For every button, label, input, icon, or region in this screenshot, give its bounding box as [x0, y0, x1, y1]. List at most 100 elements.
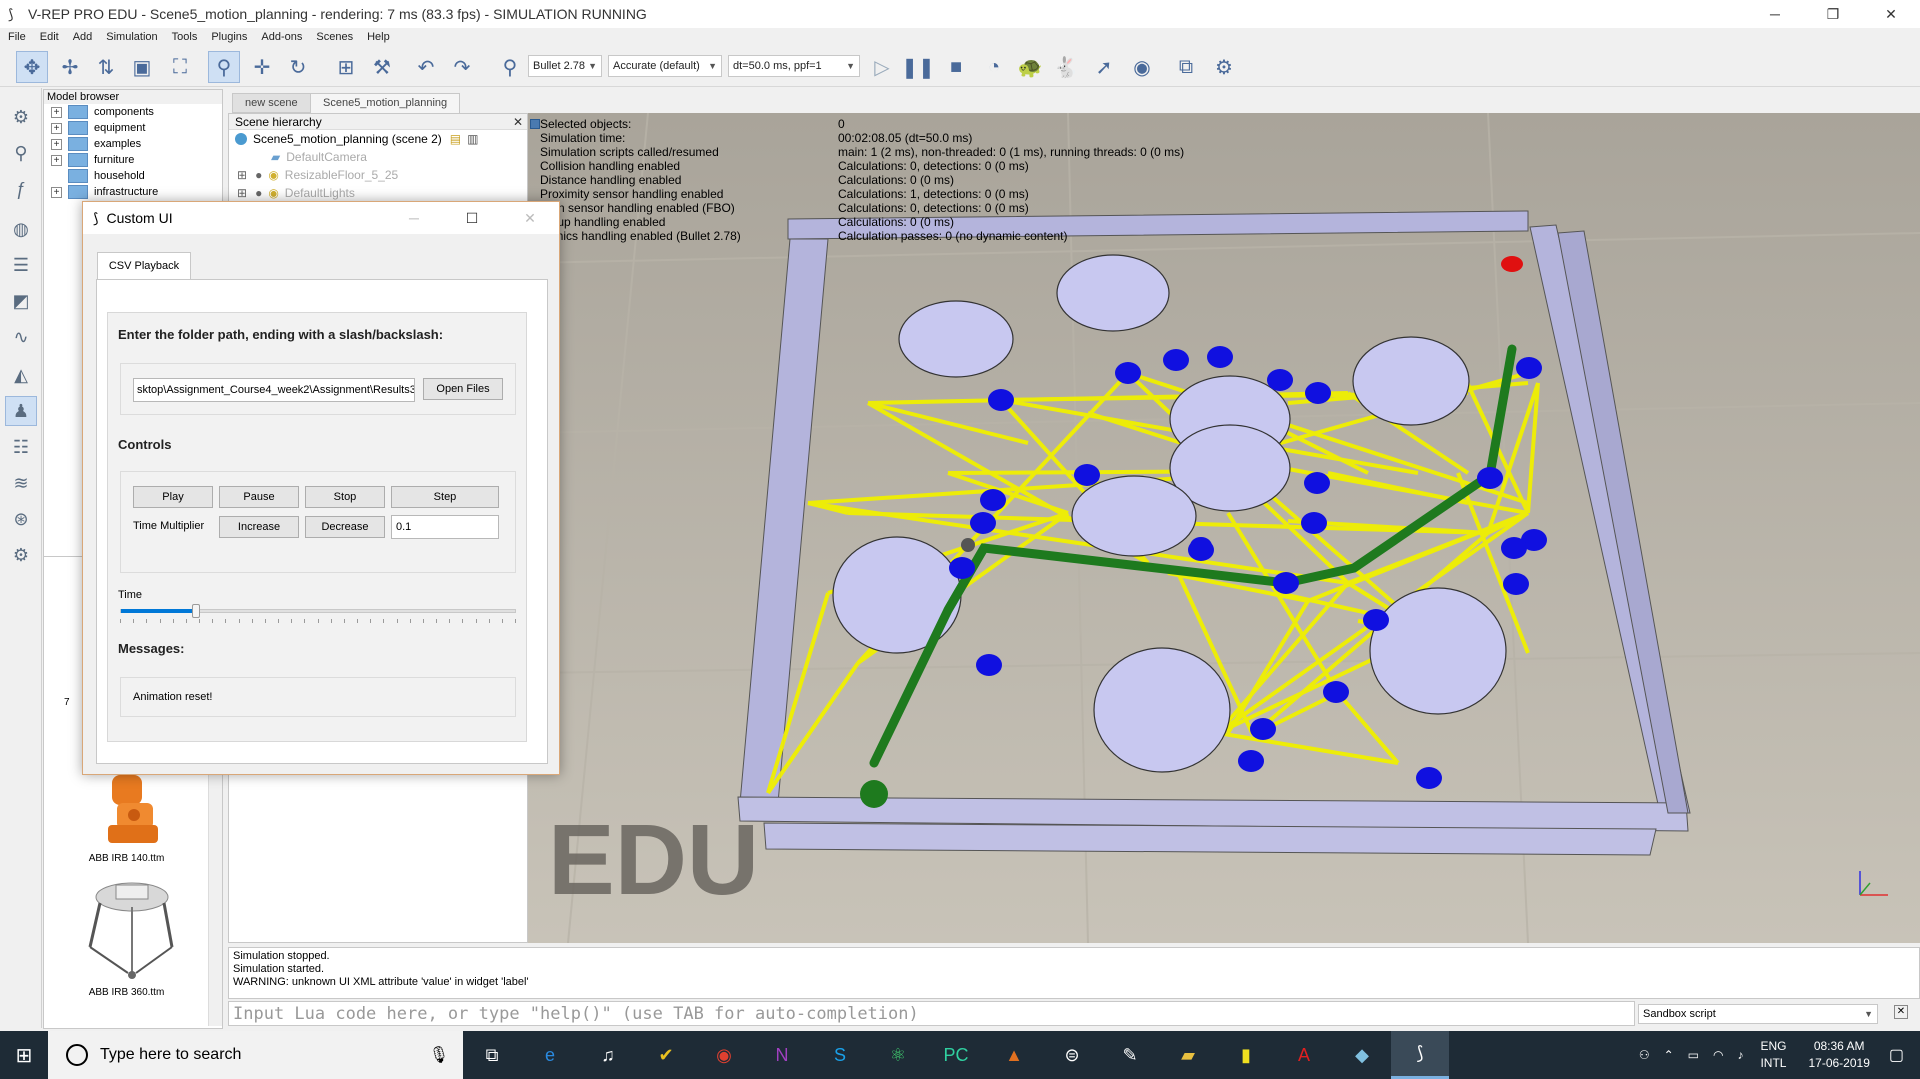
scene-viewport[interactable]: Selected objects: Simulation time: Simul…: [528, 113, 1920, 943]
path-edit-icon[interactable]: ∿: [5, 322, 37, 352]
hierarchy-item[interactable]: ⊞ ● ◉ ResizableFloor_5_25: [229, 166, 527, 184]
amazon-music-icon[interactable]: ♫: [579, 1031, 637, 1079]
close-icon[interactable]: ✕: [1894, 1005, 1908, 1019]
menu-plugins[interactable]: Plugins: [211, 31, 247, 43]
sticky-notes-icon[interactable]: ▮: [1217, 1031, 1275, 1079]
info-toggle-icon[interactable]: [530, 119, 540, 129]
lua-command-input[interactable]: Input Lua code here, or type "help()" (u…: [228, 1001, 1635, 1026]
script-select[interactable]: Sandbox script ▼: [1638, 1004, 1878, 1024]
video-recorder-icon[interactable]: ⊛: [5, 504, 37, 534]
camera-pan-icon[interactable]: ✥: [16, 51, 48, 83]
pause-simulation-icon[interactable]: ❚❚: [901, 51, 935, 83]
matlab-icon[interactable]: ▲: [985, 1031, 1043, 1079]
folder-item[interactable]: + furniture: [44, 152, 222, 168]
expand-icon[interactable]: +: [51, 154, 62, 166]
tab-scene5-motion-planning[interactable]: Scene5_motion_planning: [310, 93, 461, 113]
people-icon[interactable]: ⚇: [1639, 1048, 1650, 1062]
object-rotate-icon[interactable]: ↻: [282, 51, 314, 83]
increase-button[interactable]: Increase: [219, 516, 299, 538]
step-button[interactable]: Step: [391, 486, 499, 508]
expand-icon[interactable]: +: [51, 122, 62, 134]
time-slider[interactable]: [120, 604, 516, 618]
thread-rendering-icon[interactable]: ➚: [1088, 51, 1120, 83]
skype-icon[interactable]: S: [811, 1031, 869, 1079]
script-icon[interactable]: ▤: [450, 132, 461, 146]
norton-icon[interactable]: ✔: [637, 1031, 695, 1079]
folder-item[interactable]: + equipment: [44, 120, 222, 136]
layers-icon[interactable]: ≋: [5, 468, 37, 498]
hierarchy-item[interactable]: ⊞ ● ◉ DefaultLights: [229, 184, 527, 202]
timestep-select[interactable]: dt=50.0 ms, ppf=1 ▼: [728, 55, 860, 77]
scene-root-item[interactable]: Scene5_motion_planning (scene 2) ▤ ▥: [229, 130, 527, 148]
simulation-settings-icon[interactable]: ⚙: [5, 102, 37, 132]
undo-icon[interactable]: ↶: [410, 51, 442, 83]
menu-tools[interactable]: Tools: [172, 31, 198, 43]
page-selector-icon[interactable]: ⧉: [1170, 51, 1202, 83]
calculation-module-icon[interactable]: ƒ: [5, 174, 37, 204]
folder-item[interactable]: household: [44, 168, 222, 184]
taskbar-search[interactable]: Type here to search 🎙: [48, 1031, 463, 1079]
close-button[interactable]: ✕: [501, 202, 559, 234]
menu-file[interactable]: File: [8, 31, 26, 43]
realtime-icon[interactable]: ◔: [978, 51, 1010, 83]
edge-icon[interactable]: e: [521, 1031, 579, 1079]
folder-item[interactable]: + components: [44, 104, 222, 120]
model-browser-icon[interactable]: ♟: [5, 396, 37, 426]
camera-shift-icon[interactable]: ⇅: [90, 51, 122, 83]
input-language[interactable]: ENG INTL: [1760, 1038, 1786, 1072]
folder-path-input[interactable]: sktop\Assignment_Course4_week2\Assignmen…: [133, 378, 415, 402]
clock[interactable]: 08:36 AM 17-06-2019: [1808, 1038, 1869, 1072]
windows-start-icon[interactable]: ⊞: [0, 1031, 48, 1079]
visualization-icon[interactable]: ◉: [1126, 51, 1158, 83]
folder-item[interactable]: + infrastructure: [44, 184, 222, 200]
inkscape-icon[interactable]: ✎: [1101, 1031, 1159, 1079]
atom-icon[interactable]: ⚛: [869, 1031, 927, 1079]
app-icon[interactable]: ◆: [1333, 1031, 1391, 1079]
script-icon[interactable]: ▥: [467, 132, 478, 146]
selection-icon[interactable]: ◭: [5, 360, 37, 390]
accuracy-select[interactable]: Accurate (default) ▼: [608, 55, 722, 77]
object-shift-icon[interactable]: ✛: [246, 51, 278, 83]
start-simulation-icon[interactable]: ▷: [866, 51, 898, 83]
pause-button[interactable]: Pause: [219, 486, 299, 508]
assemble-icon[interactable]: ⊞: [330, 51, 362, 83]
expand-icon[interactable]: +: [51, 106, 62, 118]
shape-edit-icon[interactable]: ◩: [5, 286, 37, 316]
chevron-up-icon[interactable]: ⌃: [1664, 1048, 1674, 1062]
expand-icon[interactable]: ⊞: [237, 168, 247, 182]
folder-item[interactable]: + examples: [44, 136, 222, 152]
notifications-icon[interactable]: ▢: [1889, 1045, 1904, 1065]
restore-button[interactable]: ❐: [1804, 0, 1862, 28]
acrobat-icon[interactable]: A: [1275, 1031, 1333, 1079]
minimize-button[interactable]: ─: [1746, 0, 1804, 28]
click-select-icon[interactable]: ⚲: [208, 51, 240, 83]
time-slider-handle[interactable]: [192, 604, 200, 618]
minimize-button[interactable]: ─: [385, 202, 443, 234]
onenote-icon[interactable]: N: [753, 1031, 811, 1079]
stop-simulation-icon[interactable]: ■: [940, 51, 972, 83]
app-icon[interactable]: ⊜: [1043, 1031, 1101, 1079]
close-button[interactable]: ✕: [1862, 0, 1920, 28]
scene-selector-icon[interactable]: ⚙: [1208, 51, 1240, 83]
abb-irb360-thumbnail[interactable]: [72, 877, 192, 987]
network-icon[interactable]: ◠: [1713, 1048, 1723, 1062]
redo-icon[interactable]: ↷: [446, 51, 478, 83]
tab-new-scene[interactable]: new scene: [232, 93, 311, 113]
volume-icon[interactable]: ♪: [1737, 1048, 1743, 1062]
open-files-button[interactable]: Open Files: [423, 378, 503, 400]
transfer-dna-icon[interactable]: ⚒: [366, 51, 398, 83]
faster-icon[interactable]: 🐇: [1050, 51, 1082, 83]
time-multiplier-input[interactable]: 0.1: [391, 515, 499, 539]
microphone-icon[interactable]: 🎙: [429, 1045, 449, 1065]
battery-icon[interactable]: ▭: [1688, 1048, 1699, 1062]
camera-rotate-icon[interactable]: ✢: [54, 51, 86, 83]
menu-add[interactable]: Add: [73, 31, 93, 43]
close-icon[interactable]: ✕: [513, 114, 523, 130]
vrep-taskbar-icon[interactable]: ⟆: [1391, 1031, 1449, 1079]
physics-engine-select[interactable]: Bullet 2.78 ▼: [528, 55, 602, 77]
hierarchy-item[interactable]: ▰ DefaultCamera: [229, 148, 527, 166]
menu-simulation[interactable]: Simulation: [106, 31, 157, 43]
fit-to-view-icon[interactable]: ⛶: [164, 51, 196, 83]
menu-edit[interactable]: Edit: [40, 31, 59, 43]
menu-help[interactable]: Help: [367, 31, 390, 43]
